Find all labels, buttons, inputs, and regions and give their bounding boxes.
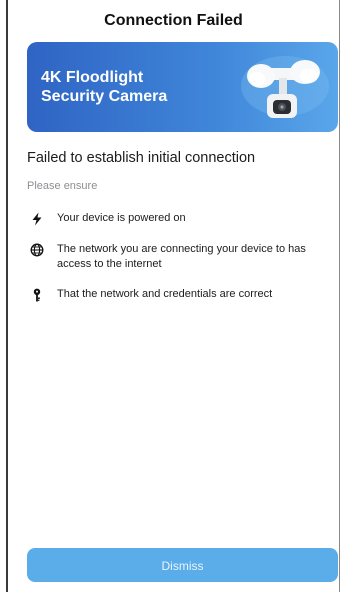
product-name: 4K Floodlight Security Camera (41, 68, 211, 106)
product-name-line1: 4K Floodlight (41, 69, 144, 86)
list-item-text: That the network and credentials are cor… (57, 288, 273, 300)
lightning-icon (32, 212, 42, 226)
page-title: Connection Failed (104, 12, 243, 29)
product-name-line2: Security Camera (41, 88, 168, 105)
floodlight-camera-image (241, 56, 329, 118)
globe-icon (30, 243, 44, 257)
list-item-text: The network you are connecting your devi… (57, 243, 306, 270)
checklist-subheading: Please ensure (27, 180, 98, 192)
dismiss-button[interactable]: Dismiss (27, 548, 338, 582)
app-frame: Connection Failed 4K Floodlight Security… (6, 0, 340, 592)
list-item-text: Your device is powered on (57, 212, 186, 224)
error-heading: Failed to establish initial connection (27, 150, 256, 166)
key-icon (33, 288, 41, 302)
product-banner: 4K Floodlight Security Camera (27, 42, 338, 132)
